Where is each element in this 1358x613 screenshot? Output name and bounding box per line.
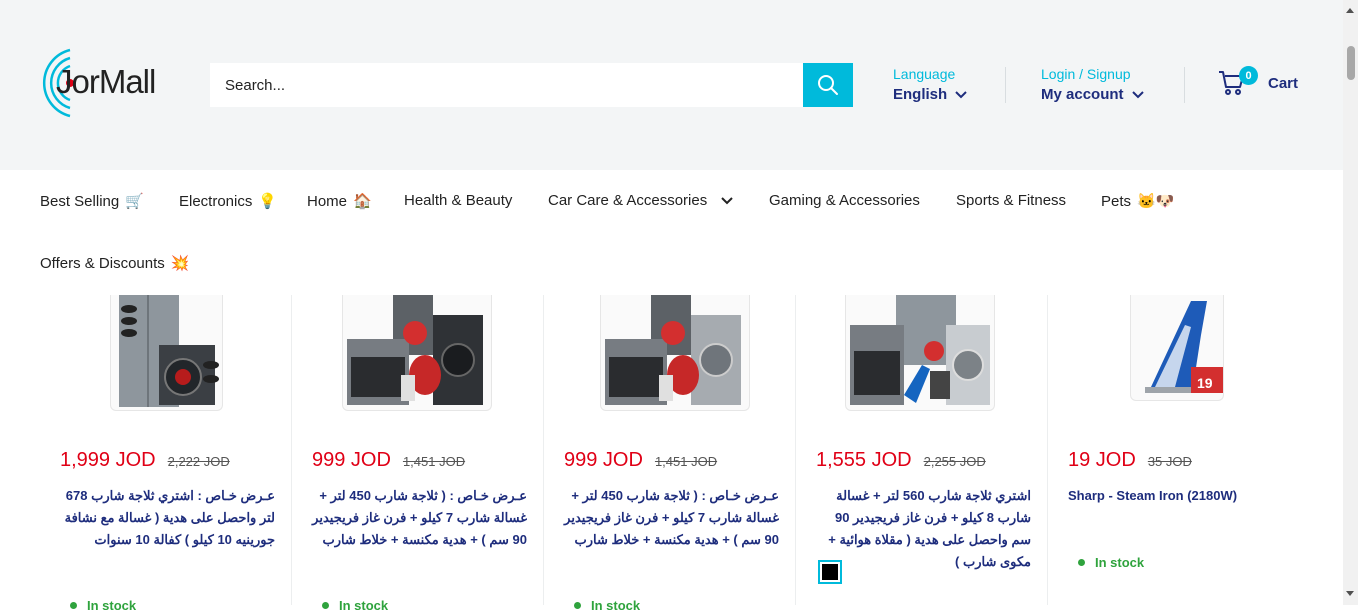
- cat-dog-icon: 🐱🐶: [1137, 193, 1175, 210]
- product-image[interactable]: [600, 295, 750, 411]
- product-card[interactable]: 999 JOD 1,451 JOD عـرض خـاص : ( ثلاجة شا…: [292, 295, 544, 613]
- original-price: 35 JOD: [1147, 454, 1192, 469]
- header-divider: [1184, 67, 1185, 103]
- search-input[interactable]: [210, 63, 803, 107]
- my-account-label: My account: [1041, 86, 1124, 103]
- nav-item-pets[interactable]: Pets 🐱🐶: [1101, 192, 1175, 211]
- main-navigation: Best Selling 🛒 Electronics 💡 Home 🏠 Heal…: [0, 170, 1343, 295]
- search-icon: [818, 75, 838, 95]
- product-image[interactable]: [110, 295, 223, 411]
- stock-status: In stock: [322, 598, 388, 613]
- product-card[interactable]: 1,555 JOD 2,255 JOD اشتري ثلاجة شارب 560…: [796, 295, 1048, 605]
- color-swatch-black[interactable]: [818, 560, 842, 584]
- cart-label: Cart: [1268, 74, 1299, 92]
- page-scrollbar[interactable]: [1343, 0, 1358, 605]
- svg-text:19: 19: [1197, 375, 1213, 391]
- collision-icon: 💥: [170, 255, 190, 272]
- language-selector[interactable]: Language English: [893, 66, 967, 103]
- logo-wordmark: JorMall: [56, 63, 156, 100]
- product-title[interactable]: Sharp - Steam Iron (2180W): [1068, 485, 1283, 507]
- cart-count-badge: 0: [1239, 66, 1258, 85]
- nav-item-label: Gaming & Accessories: [769, 192, 920, 209]
- product-title[interactable]: عـرض خـاص : اشتري ثلاجة شارب 678 لتر واح…: [60, 485, 275, 551]
- stock-label: In stock: [591, 598, 641, 613]
- steam-iron-image: 19: [1145, 301, 1223, 393]
- appliance-bundle-image: [605, 295, 741, 405]
- search-button[interactable]: [803, 63, 853, 107]
- nav-item-label: Electronics: [179, 192, 253, 210]
- scroll-down-arrow-icon[interactable]: [1346, 591, 1354, 596]
- product-title[interactable]: عـرض خـاص : ( ثلاجة شارب 450 لتر + غسالة…: [312, 485, 527, 551]
- product-image[interactable]: [342, 295, 492, 411]
- in-stock-dot-icon: [322, 602, 329, 609]
- house-icon: 🏠: [353, 193, 372, 210]
- appliance-bundle-image: [347, 295, 483, 405]
- nav-item-label: Home: [307, 192, 348, 210]
- nav-item-label: Health & Beauty: [404, 192, 513, 209]
- original-price: 2,255 JOD: [923, 454, 986, 469]
- nav-item-label: Offers & Discounts: [40, 254, 165, 272]
- jormall-logo[interactable]: JorMall: [40, 44, 175, 124]
- product-image[interactable]: [845, 295, 995, 411]
- product-title[interactable]: عـرض خـاص : ( ثلاجة شارب 450 لتر + غسالة…: [564, 485, 779, 551]
- account-menu[interactable]: Login / Signup My account: [1041, 66, 1144, 103]
- nav-item-car-care[interactable]: Car Care & Accessories: [548, 192, 733, 209]
- header-divider: [1005, 67, 1006, 103]
- nav-item-best-selling[interactable]: Best Selling 🛒: [40, 192, 144, 211]
- nav-item-label: Sports & Fitness: [956, 192, 1067, 209]
- chevron-down-icon: [721, 196, 733, 204]
- language-label: Language: [893, 66, 956, 82]
- in-stock-dot-icon: [1078, 559, 1085, 566]
- sale-price: 19 JOD: [1068, 449, 1136, 471]
- chevron-down-icon: [955, 90, 967, 98]
- product-card[interactable]: 19 19 JOD 35 JOD Sharp - Steam Iron (218…: [1048, 295, 1300, 605]
- stock-label: In stock: [87, 598, 137, 613]
- shopping-cart-icon: 🛒: [125, 193, 144, 210]
- in-stock-dot-icon: [70, 602, 77, 609]
- nav-item-label: Car Care & Accessories: [548, 192, 708, 209]
- sale-price: 1,555 JOD: [816, 449, 912, 471]
- stock-label: In stock: [1095, 555, 1145, 570]
- sale-price: 999 JOD: [564, 449, 643, 471]
- stock-status: In stock: [574, 598, 640, 613]
- chevron-down-icon: [1131, 90, 1144, 98]
- nav-item-offers-discounts[interactable]: Offers & Discounts 💥: [40, 254, 190, 273]
- light-bulb-icon: 💡: [258, 193, 278, 210]
- sale-price: 999 JOD: [312, 449, 391, 471]
- nav-item-electronics[interactable]: Electronics 💡: [179, 192, 278, 211]
- login-signup-link[interactable]: Login / Signup: [1041, 66, 1144, 82]
- original-price: 1,451 JOD: [402, 454, 466, 469]
- product-title[interactable]: اشتري ثلاجة شارب 560 لتر + غسالة شارب 8 …: [816, 485, 1031, 573]
- product-card[interactable]: 1,999 JOD 2,222 JOD عـرض خـاص : اشتري ثل…: [40, 295, 292, 613]
- cart-button[interactable]: 0 Cart: [1218, 66, 1299, 96]
- nav-item-sports-fitness[interactable]: Sports & Fitness: [956, 192, 1066, 209]
- appliance-bundle-image: [850, 295, 990, 405]
- product-grid: 1,999 JOD 2,222 JOD عـرض خـاص : اشتري ثل…: [40, 295, 1303, 613]
- nav-item-home[interactable]: Home 🏠: [307, 192, 372, 211]
- scrollbar-thumb[interactable]: [1347, 46, 1355, 80]
- search-bar: [210, 63, 853, 107]
- original-price: 2,222 JOD: [167, 454, 230, 469]
- stock-label: In stock: [339, 598, 389, 613]
- nav-item-gaming[interactable]: Gaming & Accessories: [769, 192, 920, 209]
- product-card[interactable]: 999 JOD 1,451 JOD عـرض خـاص : ( ثلاجة شا…: [544, 295, 796, 613]
- nav-item-label: Pets: [1101, 192, 1132, 210]
- in-stock-dot-icon: [574, 602, 581, 609]
- product-image[interactable]: 19: [1130, 295, 1224, 401]
- sale-price: 1,999 JOD: [60, 449, 156, 471]
- scroll-up-arrow-icon[interactable]: [1346, 8, 1354, 13]
- fridge-washer-image: [119, 295, 219, 407]
- nav-item-label: Best Selling: [40, 192, 120, 210]
- nav-item-health-beauty[interactable]: Health & Beauty: [404, 192, 512, 209]
- stock-status: In stock: [1078, 555, 1144, 570]
- language-value: English: [893, 86, 948, 103]
- original-price: 1,451 JOD: [654, 454, 718, 469]
- swatch-fill: [822, 564, 838, 580]
- site-header: JorMall Language English Login / Signup …: [0, 0, 1343, 170]
- stock-status: In stock: [70, 598, 136, 613]
